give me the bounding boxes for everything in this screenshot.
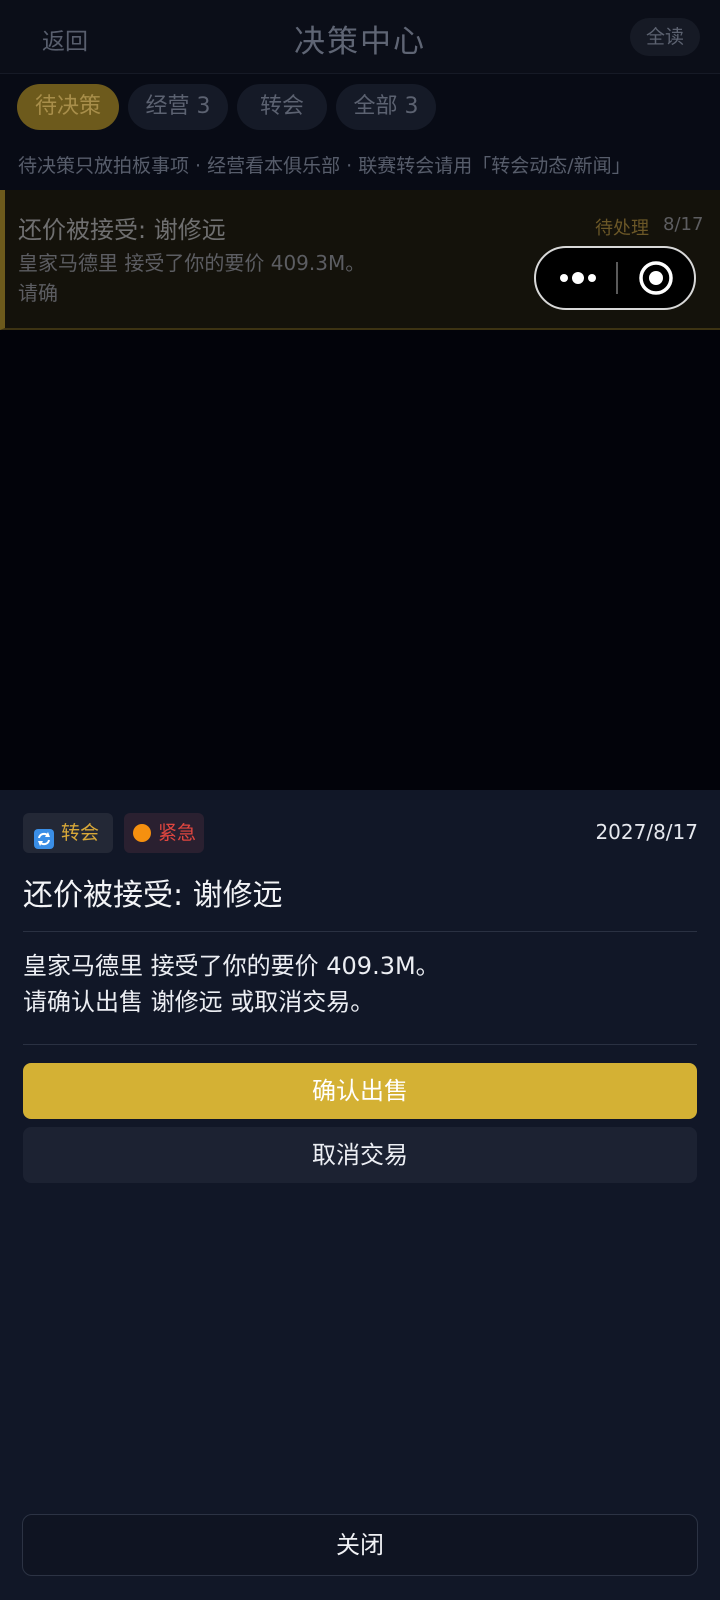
more-dots-icon[interactable] [556, 248, 600, 308]
category-tag: 转会 [23, 813, 113, 853]
filter-tabs: 待决策 经营 3 转会 全部 3 [0, 74, 720, 144]
card-body: 皇家马德里 接受了你的要价 409.3M。 请确 [18, 248, 418, 308]
read-all-button[interactable]: 全读 [630, 18, 700, 56]
cancel-deal-button[interactable]: 取消交易 [23, 1127, 697, 1183]
hint-text: 待决策只放拍板事项 · 经营看本俱乐部 · 联赛转会请用「转会动态/新闻」 [0, 144, 720, 190]
sheet-body-line-2: 请确认出售 谢修远 或取消交易。 [23, 988, 375, 1016]
card-title: 还价被接受: 谢修远 [18, 216, 226, 244]
sheet-title: 还价被接受: 谢修远 [23, 878, 283, 913]
sheet-date: 2027/8/17 [595, 820, 698, 844]
tab-pending-decision[interactable]: 待决策 [17, 84, 119, 130]
priority-tag-label: 紧急 [158, 822, 197, 844]
sheet-body-line-1: 皇家马德里 接受了你的要价 409.3M。 [23, 952, 440, 980]
target-close-icon[interactable] [638, 260, 674, 296]
tab-transfer[interactable]: 转会 [237, 84, 327, 130]
tab-operations[interactable]: 经营 3 [128, 84, 228, 130]
refresh-icon [34, 823, 54, 849]
decision-detail-sheet: 转会 紧急 2027/8/17 还价被接受: 谢修远 皇家马德里 接受了你的要价… [0, 790, 720, 1600]
top-app-bar: 返回 决策中心 全读 [0, 0, 720, 74]
divider-bottom [23, 1044, 697, 1045]
tab-all[interactable]: 全部 3 [336, 84, 436, 130]
mini-program-capsule [534, 246, 696, 310]
orange-dot-icon [133, 824, 151, 842]
card-date: 8/17 [663, 214, 704, 235]
confirm-sale-button[interactable]: 确认出售 [23, 1063, 697, 1119]
capsule-divider [616, 262, 618, 294]
card-body-line-1: 皇家马德里 接受了你的要价 409.3M。 [18, 251, 366, 275]
card-body-line-2: 请确 [18, 281, 58, 305]
card-status-badge: 待处理 [595, 218, 649, 239]
priority-tag: 紧急 [124, 813, 204, 853]
page-title: 决策中心 [294, 24, 426, 60]
divider-top [23, 931, 697, 932]
category-tag-label: 转会 [61, 822, 100, 844]
close-button[interactable]: 关闭 [22, 1514, 698, 1576]
sheet-body: 皇家马德里 接受了你的要价 409.3M。 请确认出售 谢修远 或取消交易。 [23, 948, 697, 1020]
